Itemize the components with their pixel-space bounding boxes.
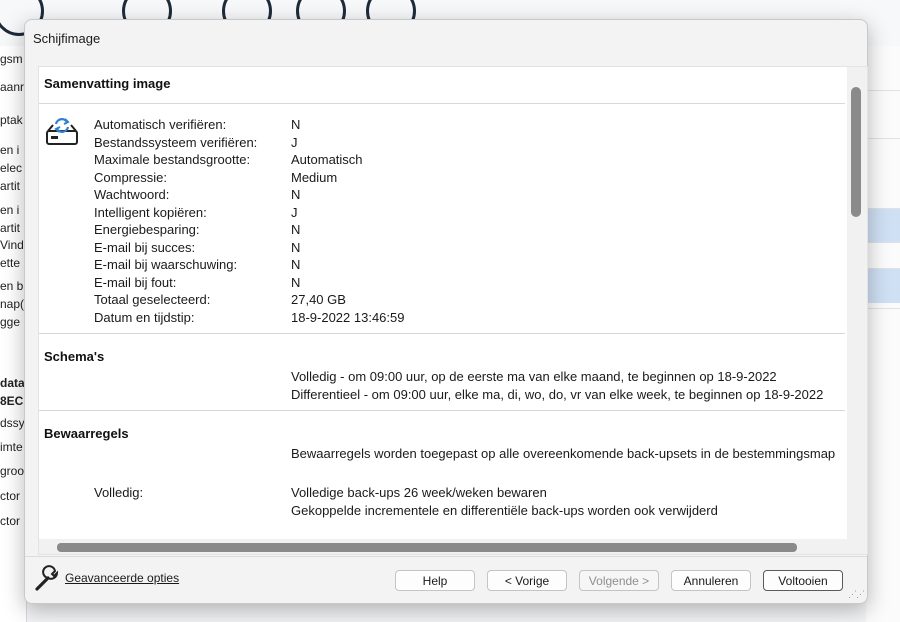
advanced-options-link[interactable]: Geavanceerde opties <box>65 571 179 585</box>
schedules-heading: Schema's <box>44 349 105 364</box>
vertical-scroll-thumb[interactable] <box>851 87 861 217</box>
row-label: Datum en tijdstip: <box>94 309 195 325</box>
row-value: Automatisch <box>291 152 363 167</box>
bg-text: en i <box>0 143 20 157</box>
bg-row-selected <box>866 208 900 243</box>
divider <box>39 103 845 104</box>
row-value: N <box>291 187 301 202</box>
bg-text: imte <box>0 440 23 454</box>
bg-text: ette <box>0 256 21 270</box>
row-value: J <box>291 134 298 150</box>
disk-image-dialog: Schijfimage Samenvatting image Automatis… <box>24 19 868 604</box>
background-list <box>866 46 900 622</box>
summary-panel: Samenvatting image Automatisch verifiëre… <box>38 66 868 555</box>
retention-full-line: Volledige back-ups 26 week/weken bewaren <box>291 485 547 500</box>
row-label: Automatisch verifiëren: <box>94 117 227 132</box>
bg-text: en i <box>0 203 20 217</box>
bg-text: elec <box>0 161 23 175</box>
bg-text: ctor <box>0 489 21 503</box>
retention-full-line: Gekoppelde incrementele en differentiële… <box>291 503 718 518</box>
schedule-item: Differentieel - om 09:00 uur, elke ma, d… <box>291 387 824 402</box>
row-value: N <box>291 274 301 290</box>
resize-grip-icon[interactable]: ⋰⋰ <box>848 589 865 600</box>
divider <box>39 410 845 411</box>
bg-text: ctor <box>0 514 21 528</box>
row-label: Energiebesparing: <box>94 222 200 237</box>
bg-text: gge <box>0 315 21 329</box>
bg-row <box>866 138 900 173</box>
row-label: Intelligent kopiëren: <box>94 204 207 220</box>
bg-row <box>866 90 900 125</box>
row-value: 18-9-2022 13:46:59 <box>291 309 405 325</box>
retention-heading: Bewaarregels <box>44 426 129 441</box>
bg-row <box>866 308 900 343</box>
footer-divider <box>25 556 867 557</box>
back-button[interactable]: < Vorige <box>487 570 567 591</box>
bg-text: artit <box>0 179 21 193</box>
row-label: Totaal geselecteerd: <box>94 292 211 307</box>
background-sidebar: gsm aanr ptak en i elec artit en i artit… <box>0 46 27 622</box>
row-label: Maximale bestandsgrootte: <box>94 152 251 167</box>
bg-text: nap( <box>0 297 25 311</box>
bg-text: dssy <box>0 416 25 430</box>
bg-text: en b <box>0 279 24 293</box>
bg-text: Vind <box>0 238 24 252</box>
row-value: N <box>291 117 301 132</box>
summary-heading: Samenvatting image <box>44 76 171 91</box>
finish-button[interactable]: Voltooien <box>763 570 843 591</box>
row-label: Wachtwoord: <box>94 187 170 202</box>
dialog-title: Schijfimage <box>33 31 101 46</box>
divider <box>39 333 845 334</box>
bg-text: ptak <box>0 113 23 127</box>
bg-text: gsm <box>0 52 23 66</box>
row-value: 27,40 GB <box>291 292 346 307</box>
row-label: Compressie: <box>94 169 167 185</box>
row-label: Bestandssysteem verifiëren: <box>94 134 258 150</box>
next-button[interactable]: Volgende > <box>579 570 659 591</box>
bg-text: aanr <box>0 80 25 94</box>
row-label: E-mail bij succes: <box>94 239 196 255</box>
vertical-scrollbar[interactable] <box>847 67 867 554</box>
bg-text: groo <box>0 464 25 478</box>
horizontal-scrollbar[interactable] <box>39 539 847 554</box>
bg-text: 8EC <box>0 394 24 408</box>
disk-image-icon <box>46 118 78 145</box>
row-label: E-mail bij waarschuwing: <box>94 257 238 272</box>
row-value: J <box>291 204 298 220</box>
bg-text: artit <box>0 221 21 235</box>
row-value: Medium <box>291 169 338 185</box>
bg-text: data <box>0 376 25 390</box>
row-value: N <box>291 222 301 237</box>
help-button[interactable]: Help <box>395 570 475 591</box>
row-value: N <box>291 239 301 255</box>
row-value: N <box>291 257 301 272</box>
retention-full-label: Volledig: <box>94 485 144 500</box>
bg-row-selected <box>866 268 900 303</box>
retention-intro: Bewaarregels worden toegepast op alle ov… <box>291 446 836 461</box>
schedule-item: Volledig - om 09:00 uur, op de eerste ma… <box>291 369 777 384</box>
wrench-icon[interactable] <box>33 565 61 593</box>
cancel-button[interactable]: Annuleren <box>671 570 751 591</box>
row-label: E-mail bij fout: <box>94 274 177 290</box>
horizontal-scroll-thumb[interactable] <box>57 543 797 552</box>
